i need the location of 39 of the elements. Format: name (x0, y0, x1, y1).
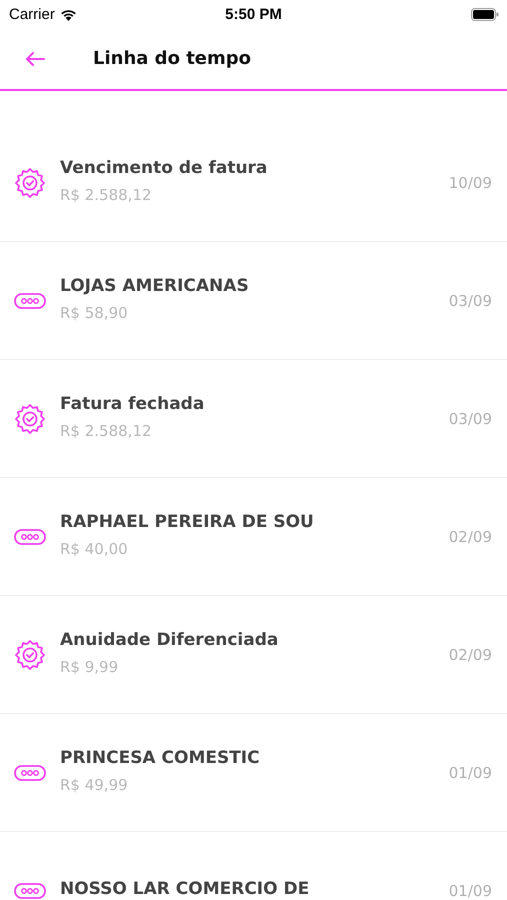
gear-check-icon (14, 166, 46, 198)
event-amount: R$ 40,00 (60, 540, 129, 558)
event-amount: R$ 2.588,12 (60, 186, 153, 204)
event-date: 02/09 (448, 646, 492, 664)
dots-pill-icon (14, 764, 46, 780)
timeline-row[interactable]: PRINCESA COMESTIC R$ 49,99 01/09 (0, 714, 507, 832)
event-title: RAPHAEL PEREIRA DE SOU (60, 512, 315, 532)
event-title: LOJAS AMERICANAS (60, 276, 250, 296)
event-title: NOSSO LAR COMERCIO DE (60, 879, 310, 899)
event-date: 03/09 (448, 410, 492, 428)
dots-pill-icon (14, 528, 46, 544)
event-title: PRINCESA COMESTIC (60, 748, 261, 768)
timeline-row[interactable]: Anuidade Diferenciada R$ 9,99 02/09 (0, 596, 507, 714)
event-amount: R$ 58,90 (60, 304, 129, 322)
page-title: Linha do tempo (93, 48, 252, 69)
event-title: Vencimento de fatura (60, 158, 268, 178)
event-title: Fatura fechada (60, 394, 206, 414)
dots-pill-icon (14, 292, 46, 308)
gear-check-icon (14, 638, 46, 670)
gear-check-icon (14, 402, 46, 434)
timeline-row[interactable]: NOSSO LAR COMERCIO DE 01/09 (0, 832, 507, 900)
timeline-row[interactable]: Fatura fechada R$ 2.588,12 03/09 (0, 360, 507, 478)
wifi-icon (60, 8, 77, 20)
event-date: 01/09 (448, 764, 492, 782)
event-amount: R$ 9,99 (60, 658, 120, 676)
battery-icon (471, 8, 499, 20)
timeline-row[interactable]: LOJAS AMERICANAS R$ 58,90 03/09 (0, 242, 507, 360)
event-date: 01/09 (448, 882, 492, 900)
event-amount: R$ 49,99 (60, 776, 129, 794)
event-amount: R$ 2.588,12 (60, 422, 153, 440)
event-title: Anuidade Diferenciada (60, 630, 280, 650)
status-time: 5:50 PM (225, 6, 282, 22)
dots-pill-icon (14, 883, 46, 899)
event-date: 03/09 (448, 292, 492, 310)
carrier-name: Carrier (9, 6, 55, 22)
event-date: 02/09 (448, 528, 492, 546)
timeline-row[interactable]: RAPHAEL PEREIRA DE SOU R$ 40,00 02/09 (0, 478, 507, 596)
timeline-row[interactable]: Vencimento de fatura R$ 2.588,12 10/09 (0, 124, 507, 242)
event-date: 10/09 (448, 174, 492, 192)
